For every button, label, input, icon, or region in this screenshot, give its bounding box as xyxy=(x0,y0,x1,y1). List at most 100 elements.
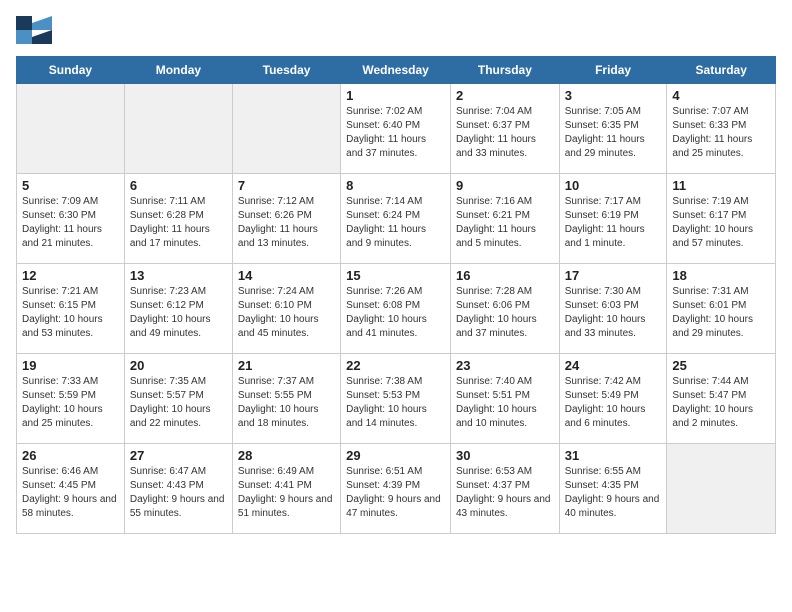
calendar-cell: 16 Sunrise: 7:28 AM Sunset: 6:06 PM Dayli… xyxy=(450,264,559,354)
page-header xyxy=(16,16,776,44)
calendar-table: SundayMondayTuesdayWednesdayThursdayFrid… xyxy=(16,56,776,534)
logo xyxy=(16,16,56,44)
day-info: Sunrise: 7:09 AM Sunset: 6:30 PM Dayligh… xyxy=(22,195,119,251)
col-header-wednesday: Wednesday xyxy=(341,57,451,84)
day-info: Sunrise: 7:23 AM Sunset: 6:12 PM Dayligh… xyxy=(130,285,227,341)
calendar-cell: 1 Sunrise: 7:02 AM Sunset: 6:40 PM Daylig… xyxy=(341,84,451,174)
day-number: 2 xyxy=(456,88,554,103)
week-row-1: 1 Sunrise: 7:02 AM Sunset: 6:40 PM Daylig… xyxy=(17,84,776,174)
day-number: 27 xyxy=(130,448,227,463)
day-info: Sunrise: 6:47 AM Sunset: 4:43 PM Dayligh… xyxy=(130,465,227,521)
calendar-cell: 15 Sunrise: 7:26 AM Sunset: 6:08 PM Dayli… xyxy=(341,264,451,354)
day-info: Sunrise: 7:28 AM Sunset: 6:06 PM Dayligh… xyxy=(456,285,554,341)
week-row-2: 5 Sunrise: 7:09 AM Sunset: 6:30 PM Daylig… xyxy=(17,174,776,264)
day-number: 18 xyxy=(672,268,770,283)
week-row-5: 26 Sunrise: 6:46 AM Sunset: 4:45 PM Dayli… xyxy=(17,444,776,534)
day-number: 1 xyxy=(346,88,445,103)
calendar-cell: 23 Sunrise: 7:40 AM Sunset: 5:51 PM Dayli… xyxy=(450,354,559,444)
day-info: Sunrise: 7:30 AM Sunset: 6:03 PM Dayligh… xyxy=(565,285,662,341)
day-info: Sunrise: 6:53 AM Sunset: 4:37 PM Dayligh… xyxy=(456,465,554,521)
day-info: Sunrise: 7:12 AM Sunset: 6:26 PM Dayligh… xyxy=(238,195,335,251)
calendar-cell: 17 Sunrise: 7:30 AM Sunset: 6:03 PM Dayli… xyxy=(559,264,667,354)
day-info: Sunrise: 7:16 AM Sunset: 6:21 PM Dayligh… xyxy=(456,195,554,251)
day-info: Sunrise: 6:49 AM Sunset: 4:41 PM Dayligh… xyxy=(238,465,335,521)
day-info: Sunrise: 7:38 AM Sunset: 5:53 PM Dayligh… xyxy=(346,375,445,431)
day-number: 13 xyxy=(130,268,227,283)
day-info: Sunrise: 7:26 AM Sunset: 6:08 PM Dayligh… xyxy=(346,285,445,341)
day-info: Sunrise: 7:24 AM Sunset: 6:10 PM Dayligh… xyxy=(238,285,335,341)
calendar-cell: 13 Sunrise: 7:23 AM Sunset: 6:12 PM Dayli… xyxy=(124,264,232,354)
day-number: 31 xyxy=(565,448,662,463)
day-number: 24 xyxy=(565,358,662,373)
day-info: Sunrise: 6:55 AM Sunset: 4:35 PM Dayligh… xyxy=(565,465,662,521)
calendar-cell: 18 Sunrise: 7:31 AM Sunset: 6:01 PM Dayli… xyxy=(667,264,776,354)
day-number: 12 xyxy=(22,268,119,283)
calendar-cell xyxy=(667,444,776,534)
day-info: Sunrise: 7:21 AM Sunset: 6:15 PM Dayligh… xyxy=(22,285,119,341)
calendar-cell: 25Sunrise: 7:44 AM Sunset: 5:47 PM Dayli… xyxy=(667,354,776,444)
calendar-cell: 14 Sunrise: 7:24 AM Sunset: 6:10 PM Dayli… xyxy=(232,264,340,354)
day-info: Sunrise: 7:31 AM Sunset: 6:01 PM Dayligh… xyxy=(672,285,770,341)
calendar-cell: 2Sunrise: 7:04 AM Sunset: 6:37 PM Daylig… xyxy=(450,84,559,174)
calendar-cell: 24 Sunrise: 7:42 AM Sunset: 5:49 PM Dayli… xyxy=(559,354,667,444)
col-header-saturday: Saturday xyxy=(667,57,776,84)
day-number: 17 xyxy=(565,268,662,283)
day-number: 15 xyxy=(346,268,445,283)
calendar-cell: 7 Sunrise: 7:12 AM Sunset: 6:26 PM Daylig… xyxy=(232,174,340,264)
day-number: 10 xyxy=(565,178,662,193)
week-row-3: 12 Sunrise: 7:21 AM Sunset: 6:15 PM Dayli… xyxy=(17,264,776,354)
calendar-cell: 26 Sunrise: 6:46 AM Sunset: 4:45 PM Dayli… xyxy=(17,444,125,534)
calendar-cell: 27 Sunrise: 6:47 AM Sunset: 4:43 PM Dayli… xyxy=(124,444,232,534)
calendar-cell xyxy=(124,84,232,174)
col-header-thursday: Thursday xyxy=(450,57,559,84)
day-number: 8 xyxy=(346,178,445,193)
day-number: 23 xyxy=(456,358,554,373)
calendar-cell: 12 Sunrise: 7:21 AM Sunset: 6:15 PM Dayli… xyxy=(17,264,125,354)
col-header-tuesday: Tuesday xyxy=(232,57,340,84)
calendar-cell: 11 Sunrise: 7:19 AM Sunset: 6:17 PM Dayli… xyxy=(667,174,776,264)
calendar-cell: 5 Sunrise: 7:09 AM Sunset: 6:30 PM Daylig… xyxy=(17,174,125,264)
day-info: Sunrise: 6:46 AM Sunset: 4:45 PM Dayligh… xyxy=(22,465,119,521)
day-number: 4 xyxy=(672,88,770,103)
calendar-cell: 6Sunrise: 7:11 AM Sunset: 6:28 PM Daylig… xyxy=(124,174,232,264)
calendar-cell: 8 Sunrise: 7:14 AM Sunset: 6:24 PM Daylig… xyxy=(341,174,451,264)
calendar-cell: 9 Sunrise: 7:16 AM Sunset: 6:21 PM Daylig… xyxy=(450,174,559,264)
day-info: Sunrise: 7:02 AM Sunset: 6:40 PM Dayligh… xyxy=(346,105,445,161)
day-number: 7 xyxy=(238,178,335,193)
day-info: Sunrise: 7:44 AM Sunset: 5:47 PM Dayligh… xyxy=(672,375,770,431)
calendar-cell xyxy=(17,84,125,174)
calendar-cell: 19Sunrise: 7:33 AM Sunset: 5:59 PM Dayli… xyxy=(17,354,125,444)
day-number: 28 xyxy=(238,448,335,463)
col-header-monday: Monday xyxy=(124,57,232,84)
day-number: 30 xyxy=(456,448,554,463)
logo-icon xyxy=(16,16,52,44)
day-info: Sunrise: 7:19 AM Sunset: 6:17 PM Dayligh… xyxy=(672,195,770,251)
week-row-4: 19Sunrise: 7:33 AM Sunset: 5:59 PM Dayli… xyxy=(17,354,776,444)
day-number: 5 xyxy=(22,178,119,193)
calendar-cell: 28 Sunrise: 6:49 AM Sunset: 4:41 PM Dayli… xyxy=(232,444,340,534)
day-number: 21 xyxy=(238,358,335,373)
day-number: 6 xyxy=(130,178,227,193)
calendar-cell: 30 Sunrise: 6:53 AM Sunset: 4:37 PM Dayli… xyxy=(450,444,559,534)
calendar-cell: 22 Sunrise: 7:38 AM Sunset: 5:53 PM Dayli… xyxy=(341,354,451,444)
day-number: 29 xyxy=(346,448,445,463)
day-number: 16 xyxy=(456,268,554,283)
day-number: 11 xyxy=(672,178,770,193)
day-number: 22 xyxy=(346,358,445,373)
day-info: Sunrise: 7:35 AM Sunset: 5:57 PM Dayligh… xyxy=(130,375,227,431)
day-info: Sunrise: 7:17 AM Sunset: 6:19 PM Dayligh… xyxy=(565,195,662,251)
day-info: Sunrise: 7:42 AM Sunset: 5:49 PM Dayligh… xyxy=(565,375,662,431)
day-info: Sunrise: 7:14 AM Sunset: 6:24 PM Dayligh… xyxy=(346,195,445,251)
calendar-cell xyxy=(232,84,340,174)
calendar-cell: 4Sunrise: 7:07 AM Sunset: 6:33 PM Daylig… xyxy=(667,84,776,174)
day-number: 26 xyxy=(22,448,119,463)
calendar-cell: 29Sunrise: 6:51 AM Sunset: 4:39 PM Dayli… xyxy=(341,444,451,534)
col-header-sunday: Sunday xyxy=(17,57,125,84)
calendar-cell: 31 Sunrise: 6:55 AM Sunset: 4:35 PM Dayli… xyxy=(559,444,667,534)
day-number: 19 xyxy=(22,358,119,373)
day-number: 14 xyxy=(238,268,335,283)
day-number: 3 xyxy=(565,88,662,103)
day-number: 9 xyxy=(456,178,554,193)
day-info: Sunrise: 7:40 AM Sunset: 5:51 PM Dayligh… xyxy=(456,375,554,431)
calendar-cell: 10 Sunrise: 7:17 AM Sunset: 6:19 PM Dayli… xyxy=(559,174,667,264)
